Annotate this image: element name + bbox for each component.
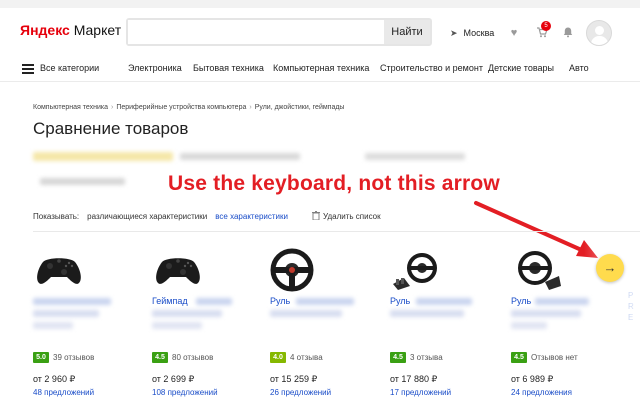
nav-item-construction[interactable]: Строительство и ремонт xyxy=(380,63,483,73)
search-input[interactable] xyxy=(128,20,386,44)
blurred-content xyxy=(416,298,472,305)
bell-icon[interactable] xyxy=(561,26,575,40)
product-price: от 17 880 ₽ xyxy=(390,374,438,384)
divider xyxy=(33,231,640,232)
product-name[interactable]: Руль xyxy=(511,296,531,306)
page-title: Сравнение товаров xyxy=(33,119,189,138)
blurred-content xyxy=(511,322,547,329)
filters-row: Показывать: различающиеся характеристики в… xyxy=(33,212,288,221)
blurred-content xyxy=(296,298,354,305)
logo-market: Маркет xyxy=(73,22,122,38)
product-name[interactable]: Руль xyxy=(270,296,290,306)
search-button[interactable]: Найти xyxy=(384,20,430,44)
rating-badge: 4.5 xyxy=(511,352,527,363)
steering-wheel-icon[interactable] xyxy=(511,248,563,292)
product-price: от 6 989 ₽ xyxy=(511,374,554,384)
steering-wheel-pedals-icon[interactable] xyxy=(390,248,442,292)
blurred-content xyxy=(40,178,125,185)
menu-icon[interactable] xyxy=(22,64,34,74)
blurred-content xyxy=(365,153,465,160)
arrow-right-icon: → xyxy=(603,260,617,275)
filter-option-diff[interactable]: различающиеся характеристики xyxy=(87,212,207,221)
trash-icon[interactable] xyxy=(312,211,320,222)
blurred-content xyxy=(152,322,202,329)
product-price: от 2 960 ₽ xyxy=(33,374,76,384)
product-price: от 2 699 ₽ xyxy=(152,374,195,384)
gamepad-icon[interactable] xyxy=(33,248,85,292)
breadcrumb-item[interactable]: Рули, джойстики, геймпады xyxy=(255,104,345,111)
blurred-content xyxy=(152,310,222,317)
reviews-link[interactable]: 80 отзывов xyxy=(172,353,213,362)
annotation-text: Use the keyboard, not this arrow xyxy=(168,172,500,195)
blurred-content xyxy=(33,322,73,329)
blurred-content xyxy=(270,310,342,317)
blurred-content xyxy=(535,298,589,305)
logo-yandex: Яндекс xyxy=(20,22,70,38)
offers-link[interactable]: 17 предложений xyxy=(390,388,451,397)
offers-link[interactable]: 26 предложений xyxy=(270,388,331,397)
product-name[interactable]: Руль xyxy=(390,296,410,306)
rating-badge: 4.5 xyxy=(390,352,406,363)
nav-item-computers[interactable]: Компьютерная техника xyxy=(273,63,369,73)
avatar[interactable] xyxy=(586,20,612,46)
reviews-link[interactable]: 4 отзыва xyxy=(290,353,323,362)
product-card: Геймпад 4.5 80 отзывов от 2 699 ₽ 108 пр… xyxy=(152,240,270,400)
filter-option-all[interactable]: все характеристики xyxy=(215,212,288,221)
nav-all-categories[interactable]: Все категории xyxy=(40,63,99,73)
browser-top-strip xyxy=(0,0,640,8)
product-price: от 15 259 ₽ xyxy=(270,374,318,384)
blurred-content xyxy=(33,152,173,161)
product-card: 5.0 39 отзывов от 2 960 ₽ 48 предложений xyxy=(33,240,151,400)
region-label: Москва xyxy=(463,28,495,38)
offers-link[interactable]: 24 предложения xyxy=(511,388,572,397)
rating-badge: 4.0 xyxy=(270,352,286,363)
heart-icon[interactable]: ♥ xyxy=(507,26,521,40)
product-name[interactable]: Геймпад xyxy=(152,296,188,306)
clear-list-button[interactable]: Удалить список xyxy=(323,212,381,221)
reviews-link[interactable]: Отзывов нет xyxy=(531,353,578,362)
search-box: Найти xyxy=(126,18,432,46)
rating-badge: 5.0 xyxy=(33,352,49,363)
blurred-content xyxy=(511,310,581,317)
nav-item-auto[interactable]: Авто xyxy=(569,63,589,73)
nav-item-kids[interactable]: Детские товары xyxy=(488,63,554,73)
category-nav: Все категории Электроника Бытовая техник… xyxy=(0,56,640,82)
gamepad-icon[interactable] xyxy=(152,248,204,292)
breadcrumb-item[interactable]: Компьютерная техника xyxy=(33,104,108,111)
nav-item-electronics[interactable]: Электроника xyxy=(128,63,182,73)
logo[interactable]: Яндекс Маркет xyxy=(20,22,121,38)
breadcrumb-item[interactable]: Периферийные устройства компьютера xyxy=(116,104,246,111)
steering-wheel-icon[interactable] xyxy=(270,248,322,292)
reviews-link[interactable]: 3 отзыва xyxy=(410,353,443,362)
blurred-content xyxy=(33,310,99,317)
blurred-content xyxy=(180,153,300,160)
header: Яндекс Маркет Найти ➤ Москва ♥ 5 xyxy=(0,8,640,54)
nav-item-appliances[interactable]: Бытовая техника xyxy=(193,63,264,73)
cart-badge: 5 xyxy=(541,21,551,31)
reviews-link[interactable]: 39 отзывов xyxy=(53,353,94,362)
region-selector[interactable]: ➤ Москва xyxy=(450,28,494,39)
offers-link[interactable]: 108 предложений xyxy=(152,388,218,397)
offers-link[interactable]: 48 предложений xyxy=(33,388,94,397)
filters-label: Показывать: xyxy=(33,212,80,221)
product-card: Руль 4.0 4 отзыва от 15 259 ₽ 26 предлож… xyxy=(270,240,388,400)
breadcrumb: Компьютерная техника › Периферийные устрой… xyxy=(33,104,345,111)
blurred-content xyxy=(390,310,464,317)
rating-badge: 4.5 xyxy=(152,352,168,363)
product-card: Руль 4.5 3 отзыва от 17 880 ₽ 17 предлож… xyxy=(390,240,508,400)
blurred-content xyxy=(196,298,232,305)
blurred-content xyxy=(33,298,111,305)
next-product-fragment: Р R E xyxy=(628,291,634,322)
next-products-button[interactable]: → xyxy=(596,254,624,282)
location-arrow-icon: ➤ xyxy=(450,28,458,38)
